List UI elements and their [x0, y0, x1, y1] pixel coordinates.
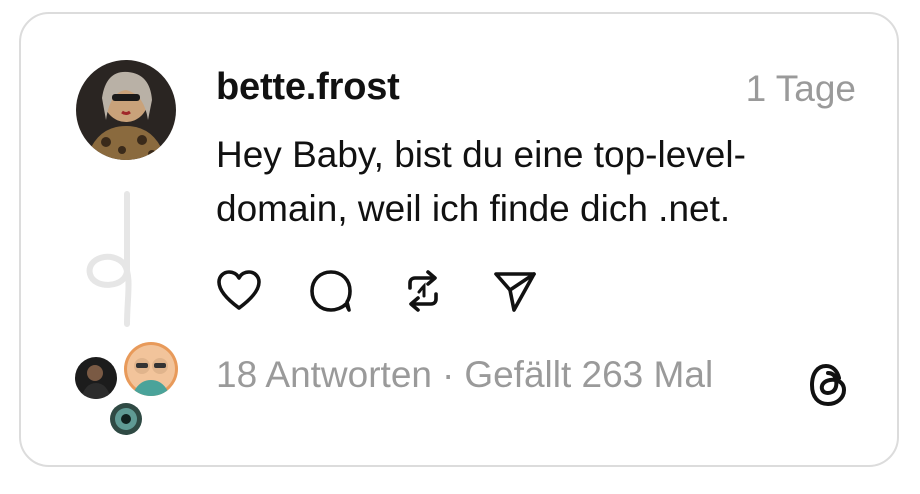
reply-avatar[interactable]: [108, 401, 144, 437]
threads-logo-icon[interactable]: [806, 360, 852, 410]
heart-icon: [217, 270, 261, 310]
like-button[interactable]: [216, 268, 262, 314]
author-avatar[interactable]: [76, 60, 176, 160]
likes-count-link[interactable]: Gefällt 263 Mal: [464, 354, 713, 396]
post-stats: 18 Antworten · Gefällt 263 Mal: [216, 354, 713, 396]
share-button[interactable]: [492, 268, 538, 314]
reply-avatar[interactable]: [122, 340, 180, 398]
repost-icon: [408, 270, 438, 312]
action-bar: [216, 267, 538, 315]
author-username[interactable]: bette.frost: [216, 66, 400, 109]
comment-icon: [310, 270, 352, 312]
reply-avatar[interactable]: [73, 355, 119, 401]
reply-button[interactable]: [308, 268, 354, 314]
post-text: Hey Baby, bist du eine top-level-domain,…: [216, 134, 746, 229]
replies-count-link[interactable]: 18 Antworten: [216, 354, 432, 396]
send-icon: [494, 272, 536, 312]
stats-separator: ·: [441, 354, 455, 395]
thread-line: [86, 191, 132, 327]
repost-button[interactable]: [400, 268, 446, 314]
post-timestamp: 1 Tage: [745, 68, 856, 109]
